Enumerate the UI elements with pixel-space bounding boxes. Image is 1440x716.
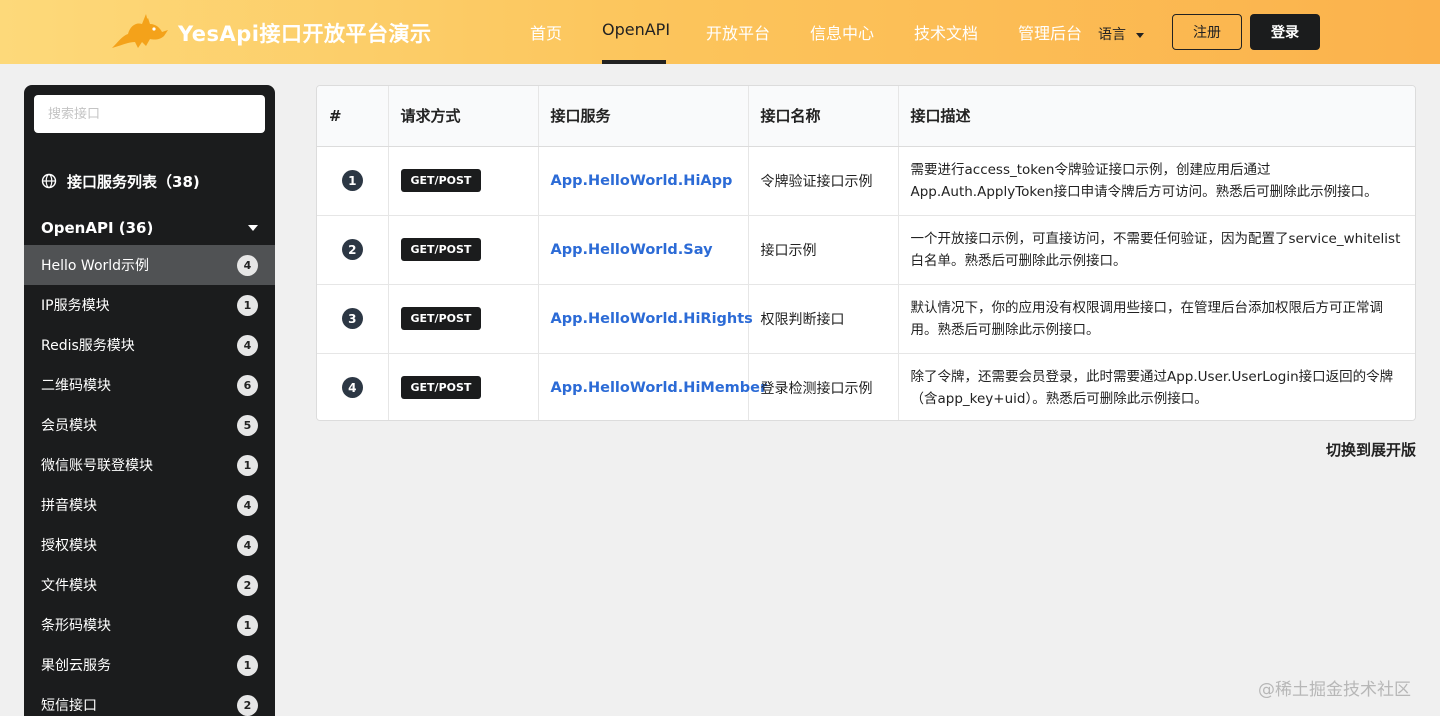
login-button[interactable]: 登录 — [1250, 14, 1320, 50]
nav-home[interactable]: 首页 — [530, 20, 562, 44]
count-badge: 2 — [237, 694, 258, 716]
api-name: 登录检测接口示例 — [748, 353, 899, 420]
api-service-link[interactable]: App.HelloWorld.HiApp — [551, 173, 733, 189]
method-badge: GET/POST — [400, 307, 482, 330]
sidebar-item-qrcode[interactable]: 二维码模块 6 — [24, 365, 275, 405]
search-input[interactable] — [34, 95, 265, 133]
group-openapi-label: OpenAPI (36) — [41, 219, 154, 237]
brand-title[interactable]: YesApi接口开放平台演示 — [178, 18, 432, 48]
language-label: 语言 — [1098, 27, 1126, 43]
count-badge: 6 — [237, 374, 258, 396]
api-description: 需要进行access_token令牌验证接口示例，创建应用后通过App.Auth… — [898, 146, 1415, 216]
module-menu: Hello World示例 4 IP服务模块 1 Redis服务模块 4 二维码… — [24, 245, 275, 716]
sidebar-item-hello-world[interactable]: Hello World示例 4 — [24, 245, 275, 285]
column-header-description: 接口描述 — [898, 86, 1415, 147]
sidebar-item-label: 拼音模块 — [41, 498, 97, 514]
api-table-container: # 请求方式 接口服务 接口名称 接口描述 1 GET/POST App.Hel… — [316, 85, 1416, 421]
column-header-index: # — [317, 86, 389, 147]
nav-openapi[interactable]: OpenAPI — [602, 20, 670, 39]
sidebar-item-file[interactable]: 文件模块 2 — [24, 565, 275, 605]
services-list-title: 接口服务列表（38) — [67, 172, 200, 191]
sidebar-item-sms[interactable]: 短信接口 2 — [24, 685, 275, 716]
row-number: 3 — [341, 308, 363, 329]
api-name: 令牌验证接口示例 — [748, 146, 899, 216]
sidebar-item-auth[interactable]: 授权模块 4 — [24, 525, 275, 565]
sidebar-item-label: Hello World示例 — [41, 258, 150, 274]
count-badge: 1 — [237, 614, 258, 636]
sidebar-item-label: 文件模块 — [41, 578, 97, 594]
sidebar-item-label: 二维码模块 — [41, 378, 111, 394]
chevron-down-icon — [1136, 32, 1144, 38]
switch-expanded-view-link[interactable]: 切换到展开版 — [1300, 439, 1416, 460]
sidebar-item-label: 果创云服务 — [41, 658, 111, 674]
count-badge: 4 — [237, 534, 258, 556]
table-row: 2 GET/POST App.HelloWorld.Say 接口示例 一个开放接… — [317, 215, 1415, 285]
table-row: 1 GET/POST App.HelloWorld.HiApp 令牌验证接口示例… — [317, 146, 1415, 216]
column-header-name: 接口名称 — [748, 86, 899, 147]
sidebar-item-redis-service[interactable]: Redis服务模块 4 — [24, 325, 275, 365]
api-service-link[interactable]: App.HelloWorld.HiRights — [551, 311, 753, 327]
api-sidebar: 接口服务列表（38) OpenAPI (36) Hello World示例 4 … — [24, 85, 275, 716]
nav-admin[interactable]: 管理后台 — [1018, 20, 1082, 44]
table-row: 4 GET/POST App.HelloWorld.HiMember 登录检测接… — [317, 353, 1415, 420]
row-number: 2 — [341, 239, 363, 260]
method-badge: GET/POST — [400, 238, 482, 261]
sidebar-item-barcode[interactable]: 条形码模块 1 — [24, 605, 275, 645]
count-badge: 1 — [237, 454, 258, 476]
sidebar-item-label: 微信账号联登模块 — [41, 458, 153, 474]
fox-logo-icon[interactable] — [108, 12, 170, 52]
count-badge: 1 — [237, 654, 258, 676]
api-description: 默认情况下，你的应用没有权限调用些接口，在管理后台添加权限后方可正常调用。熟悉后… — [898, 284, 1415, 354]
nav-tech-docs[interactable]: 技术文档 — [914, 20, 978, 44]
sidebar-item-wechat-login[interactable]: 微信账号联登模块 1 — [24, 445, 275, 485]
globe-icon — [41, 173, 57, 189]
services-list-heading: 接口服务列表（38) — [41, 171, 200, 191]
sidebar-item-label: 会员模块 — [41, 418, 97, 434]
count-badge: 4 — [237, 334, 258, 356]
method-badge: GET/POST — [400, 169, 482, 192]
table-row: 3 GET/POST App.HelloWorld.HiRights 权限判断接… — [317, 284, 1415, 354]
api-service-link[interactable]: App.HelloWorld.Say — [551, 242, 713, 258]
method-badge: GET/POST — [400, 376, 482, 400]
top-header: YesApi接口开放平台演示 首页 OpenAPI 开放平台 信息中心 技术文档… — [0, 0, 1440, 64]
sidebar-item-label: Redis服务模块 — [41, 338, 135, 354]
language-dropdown[interactable]: 语言 — [1098, 24, 1144, 44]
register-button[interactable]: 注册 — [1172, 14, 1242, 50]
table-header-row: # 请求方式 接口服务 接口名称 接口描述 — [317, 86, 1415, 147]
count-badge: 4 — [237, 254, 258, 276]
api-description: 一个开放接口示例，可直接访问，不需要任何验证，因为配置了service_whit… — [898, 215, 1415, 285]
count-badge: 5 — [237, 414, 258, 436]
api-description: 除了令牌，还需要会员登录，此时需要通过App.User.UserLogin接口返… — [898, 353, 1415, 420]
sidebar-item-member[interactable]: 会员模块 5 — [24, 405, 275, 445]
api-name: 接口示例 — [748, 215, 899, 285]
sidebar-item-ip-service[interactable]: IP服务模块 1 — [24, 285, 275, 325]
sidebar-item-label: 授权模块 — [41, 538, 97, 554]
sidebar-item-label: IP服务模块 — [41, 298, 110, 314]
row-number: 4 — [341, 377, 363, 399]
active-nav-indicator — [602, 60, 666, 64]
watermark: @稀土掘金技术社区 — [1258, 680, 1411, 700]
api-service-link[interactable]: App.HelloWorld.HiMember — [551, 380, 768, 396]
sidebar-item-guochuang-cloud[interactable]: 果创云服务 1 — [24, 645, 275, 685]
count-badge: 4 — [237, 494, 258, 516]
caret-down-icon — [248, 225, 258, 231]
group-openapi[interactable]: OpenAPI (36) — [24, 215, 275, 241]
api-table: # 请求方式 接口服务 接口名称 接口描述 1 GET/POST App.Hel… — [317, 86, 1415, 420]
column-header-service: 接口服务 — [538, 86, 749, 147]
column-header-method: 请求方式 — [388, 86, 539, 147]
sidebar-item-pinyin[interactable]: 拼音模块 4 — [24, 485, 275, 525]
count-badge: 1 — [237, 294, 258, 316]
count-badge: 2 — [237, 574, 258, 596]
sidebar-item-label: 短信接口 — [41, 698, 97, 714]
api-name: 权限判断接口 — [748, 284, 899, 354]
sidebar-item-label: 条形码模块 — [41, 618, 111, 634]
nav-info-center[interactable]: 信息中心 — [810, 20, 874, 44]
nav-open-platform[interactable]: 开放平台 — [706, 20, 770, 44]
row-number: 1 — [341, 170, 363, 191]
